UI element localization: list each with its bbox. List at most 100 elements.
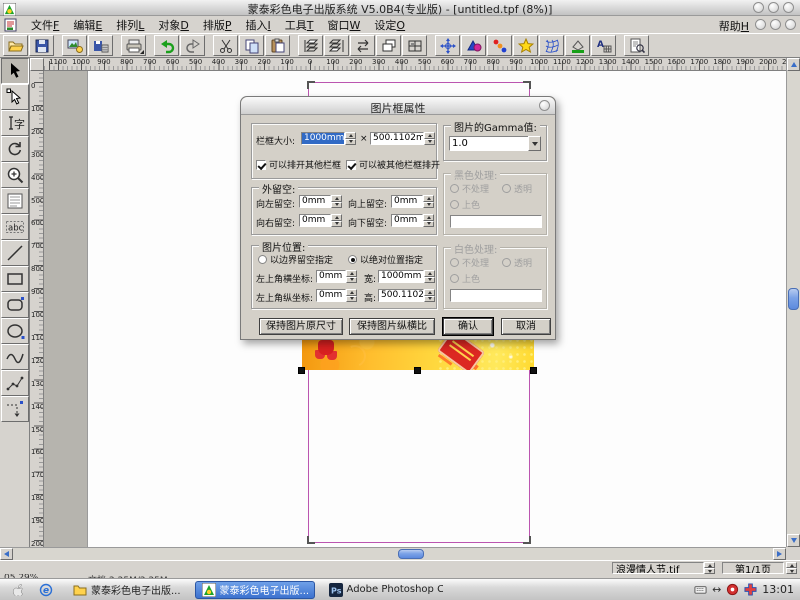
rotate-tool[interactable] — [1, 136, 29, 162]
vertical-scroll-thumb[interactable] — [788, 288, 799, 310]
menu-l[interactable]: 排列L — [109, 17, 151, 33]
zoom-tool[interactable] — [1, 162, 29, 188]
ruler-origin-button[interactable] — [30, 58, 44, 71]
gamma-dropdown-button[interactable] — [528, 136, 541, 151]
input-method-tray-icon[interactable] — [744, 583, 757, 596]
star-button[interactable] — [513, 35, 538, 56]
scroll-right-button[interactable] — [773, 548, 786, 560]
red-tray-icon[interactable] — [726, 583, 739, 596]
frame-width-spinner[interactable] — [345, 132, 356, 145]
redo-button[interactable] — [180, 35, 205, 56]
horizontal-scroll-thumb[interactable] — [398, 549, 424, 559]
move-button[interactable] — [435, 35, 460, 56]
resize-tray-icon[interactable]: ↔ — [712, 583, 721, 596]
save-button[interactable] — [29, 35, 54, 56]
direct-select-tool[interactable] — [1, 84, 29, 110]
combine-button[interactable] — [402, 35, 427, 56]
margin-bottom-input[interactable]: 0mm — [391, 214, 423, 227]
frame-width-input[interactable]: 1000mm — [301, 132, 345, 145]
height-spinner[interactable] — [424, 289, 435, 302]
send-backward-button[interactable] — [324, 35, 349, 56]
rectangle-tool[interactable] — [1, 266, 29, 292]
save-page-button[interactable] — [88, 35, 113, 56]
close-button[interactable] — [783, 2, 794, 13]
fill-button[interactable] — [565, 35, 590, 56]
menu-f[interactable]: 文件F — [24, 17, 66, 33]
copy-button[interactable] — [239, 35, 264, 56]
ok-button[interactable]: 确认 — [443, 318, 493, 335]
selection-handle-right[interactable] — [530, 367, 537, 374]
task-button-1-montage[interactable]: 蒙泰彩色电子出版... — [195, 581, 315, 599]
y-coordinate-spinner[interactable] — [346, 289, 357, 302]
keep-aspect-ratio-button[interactable]: 保持图片纵横比 — [349, 318, 435, 335]
margin-left-spinner[interactable] — [331, 195, 342, 208]
text-block-tool[interactable] — [1, 188, 29, 214]
minimize-button[interactable] — [753, 2, 764, 13]
menu-w[interactable]: 窗口W — [321, 17, 368, 33]
mdi-restore-button[interactable] — [770, 19, 781, 30]
undo-button[interactable] — [154, 35, 179, 56]
width-input[interactable]: 1000mm — [378, 270, 424, 283]
selection-handle-left[interactable] — [298, 367, 305, 374]
text-tool[interactable]: 字 — [1, 110, 29, 136]
vertical-scrollbar[interactable] — [786, 58, 800, 547]
text-abc-tool[interactable]: abc — [1, 214, 29, 240]
ellipse-tool[interactable] — [1, 318, 29, 344]
cancel-button[interactable]: 取消 — [501, 318, 551, 335]
print-button[interactable] — [121, 35, 146, 56]
connector-tool[interactable] — [1, 396, 29, 422]
task-button-2-photoshop[interactable]: PsAdobe Photoshop C... — [323, 581, 443, 599]
mdi-close-button[interactable] — [785, 19, 796, 30]
paste-button[interactable] — [265, 35, 290, 56]
selection-handle-middle[interactable] — [414, 367, 421, 374]
height-input[interactable]: 500.1102mm — [378, 289, 424, 302]
margin-top-input[interactable]: 0mm — [391, 195, 423, 208]
margin-right-input[interactable]: 0mm — [299, 214, 331, 227]
menu-d[interactable]: 对象D — [151, 17, 195, 33]
select-tool[interactable] — [1, 58, 29, 84]
mdi-minimize-button[interactable] — [755, 19, 766, 30]
margin-bottom-spinner[interactable] — [423, 214, 434, 227]
menu-t[interactable]: 工具T — [278, 17, 321, 33]
apple-menu-icon[interactable] — [12, 583, 25, 596]
keep-original-size-button[interactable]: 保持图片原尺寸 — [259, 318, 343, 335]
scroll-up-button[interactable] — [787, 58, 800, 71]
preview-button[interactable] — [624, 35, 649, 56]
margin-top-spinner[interactable] — [423, 195, 434, 208]
mesh-button[interactable] — [539, 35, 564, 56]
curve-tool[interactable] — [1, 344, 29, 370]
menu-o[interactable]: 设定O — [367, 17, 412, 33]
dialog-titlebar[interactable]: 图片框属性 — [241, 97, 555, 115]
rounded-rect-tool[interactable] — [1, 292, 29, 318]
shapes-button[interactable] — [461, 35, 486, 56]
y-coordinate-input[interactable]: 0mm — [316, 289, 346, 302]
menu-help[interactable]: 帮助H — [712, 18, 756, 34]
polyline-tool[interactable] — [1, 370, 29, 396]
bring-forward-button[interactable] — [298, 35, 323, 56]
margin-right-spinner[interactable] — [331, 214, 342, 227]
dialog-close-button[interactable] — [539, 100, 550, 111]
cascade-button[interactable] — [376, 35, 401, 56]
frame-height-input[interactable]: 500.1102mm — [370, 132, 424, 145]
by-margin-radio[interactable]: 以边界留空指定 — [258, 253, 333, 266]
import-image-button[interactable] — [62, 35, 87, 56]
x-coordinate-spinner[interactable] — [346, 270, 357, 283]
scroll-down-button[interactable] — [787, 534, 800, 547]
menu-e[interactable]: 编辑E — [66, 17, 109, 33]
line-tool[interactable] — [1, 240, 29, 266]
open-button[interactable] — [3, 35, 28, 56]
colorize-button[interactable] — [487, 35, 512, 56]
text-attr-button[interactable]: A — [591, 35, 616, 56]
scroll-left-button[interactable] — [0, 548, 13, 560]
page-spinner[interactable] — [786, 562, 797, 574]
width-spinner[interactable] — [424, 270, 435, 283]
image-spinner[interactable] — [704, 562, 715, 574]
menu-i[interactable]: 插入I — [239, 17, 278, 33]
cut-button[interactable] — [213, 35, 238, 56]
keyboard-tray-icon[interactable] — [694, 583, 707, 596]
gamma-combobox[interactable]: 1.0 — [449, 136, 529, 151]
banner-image[interactable] — [302, 337, 534, 370]
frame-height-spinner[interactable] — [424, 132, 435, 145]
internet-explorer-icon[interactable]: e — [39, 583, 53, 597]
pushed-by-others-checkbox[interactable]: 可以被其他栏框排开 — [346, 158, 440, 171]
